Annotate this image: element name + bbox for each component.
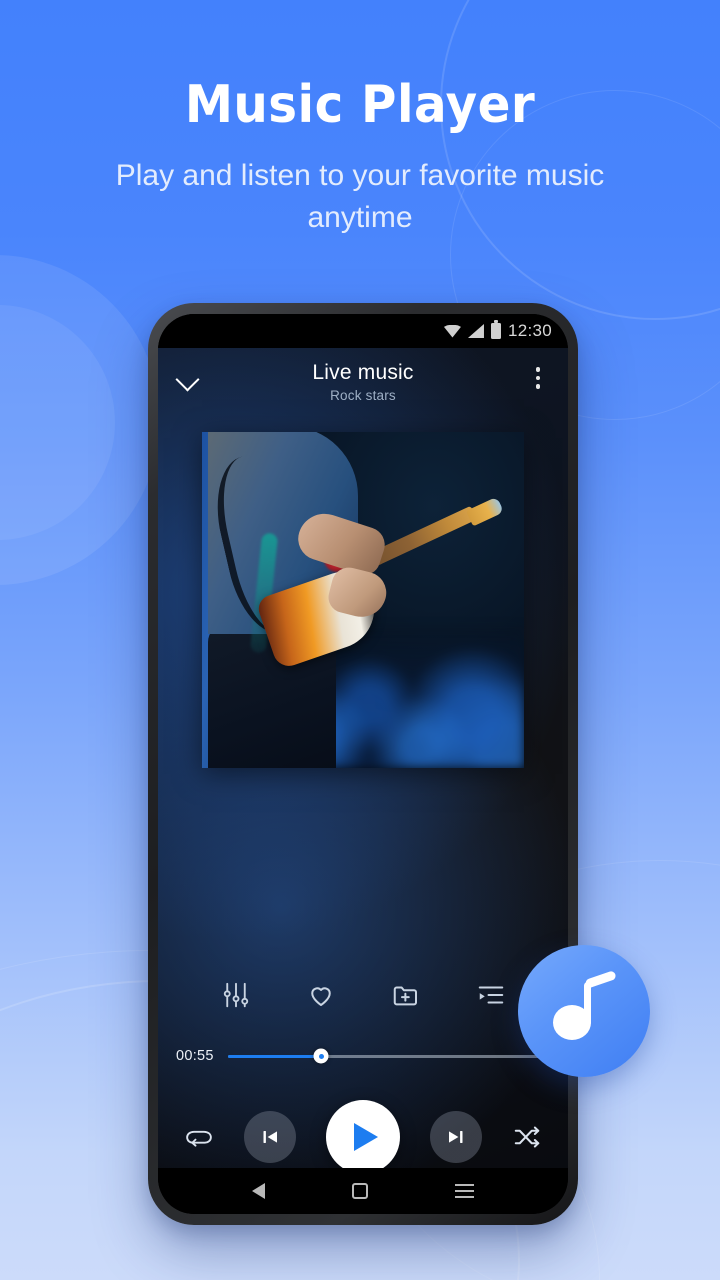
status-bar: 12:30 bbox=[158, 314, 568, 348]
app-icon-fab[interactable] bbox=[518, 945, 650, 1077]
page-title: Music Player bbox=[184, 75, 536, 135]
back-icon[interactable] bbox=[251, 1183, 265, 1199]
track-artist: Rock stars bbox=[330, 388, 396, 403]
signal-icon bbox=[467, 324, 484, 338]
previous-button[interactable] bbox=[244, 1111, 296, 1163]
play-icon bbox=[354, 1123, 378, 1151]
seek-bar-thumb[interactable] bbox=[313, 1048, 329, 1064]
wifi-icon bbox=[443, 324, 461, 338]
equalizer-icon[interactable] bbox=[221, 980, 251, 1010]
repeat-icon[interactable] bbox=[184, 1122, 214, 1152]
next-button[interactable] bbox=[430, 1111, 482, 1163]
next-icon bbox=[449, 1131, 463, 1143]
now-playing-info: Live music Rock stars bbox=[200, 361, 526, 403]
more-vertical-icon[interactable] bbox=[526, 367, 550, 389]
battery-icon bbox=[490, 320, 501, 339]
shuffle-icon[interactable] bbox=[512, 1122, 542, 1152]
action-icon-row bbox=[158, 980, 568, 1010]
heart-icon[interactable] bbox=[306, 980, 336, 1010]
album-art[interactable] bbox=[202, 432, 524, 768]
kebab-dot bbox=[535, 367, 541, 372]
album-art-container bbox=[158, 432, 568, 768]
play-button[interactable] bbox=[326, 1100, 400, 1168]
menu-line bbox=[455, 1184, 475, 1186]
seek-bar[interactable] bbox=[227, 1048, 550, 1064]
seek-bar-fill bbox=[227, 1054, 322, 1058]
home-icon[interactable] bbox=[351, 1183, 368, 1199]
status-bar-clock: 12:30 bbox=[507, 321, 552, 340]
music-note-icon bbox=[553, 970, 617, 1042]
current-time: 00:55 bbox=[176, 1048, 214, 1064]
kebab-dot bbox=[535, 384, 541, 389]
menu-icon[interactable] bbox=[455, 1184, 475, 1198]
app-header: Live music Rock stars bbox=[158, 348, 568, 410]
chevron-down-icon[interactable] bbox=[176, 366, 200, 390]
phone-screen: 12:30 Live music Rock stars 00:55 bbox=[158, 314, 568, 1214]
menu-line bbox=[455, 1190, 475, 1192]
progress-row: 00:55 bbox=[158, 1048, 568, 1064]
previous-icon bbox=[263, 1131, 277, 1143]
track-title: Live music bbox=[312, 361, 414, 384]
queue-icon[interactable] bbox=[476, 980, 506, 1010]
playback-controls bbox=[158, 1100, 568, 1168]
menu-line bbox=[455, 1196, 475, 1198]
phone-mockup: 12:30 Live music Rock stars 00:55 bbox=[148, 303, 578, 1225]
deco-circle-large bbox=[0, 255, 160, 585]
note-flag bbox=[584, 970, 617, 989]
music-player-screen: Live music Rock stars 00:55 bbox=[158, 348, 568, 1168]
android-nav-bar bbox=[158, 1168, 568, 1214]
page-subtitle: Play and listen to your favorite music a… bbox=[115, 158, 605, 235]
folder-add-icon[interactable] bbox=[391, 980, 421, 1010]
deco-circle-small bbox=[0, 305, 115, 540]
note-stem bbox=[584, 982, 591, 1026]
promo-text-block: Music Player Play and listen to your fav… bbox=[0, 78, 720, 240]
kebab-dot bbox=[535, 375, 541, 380]
